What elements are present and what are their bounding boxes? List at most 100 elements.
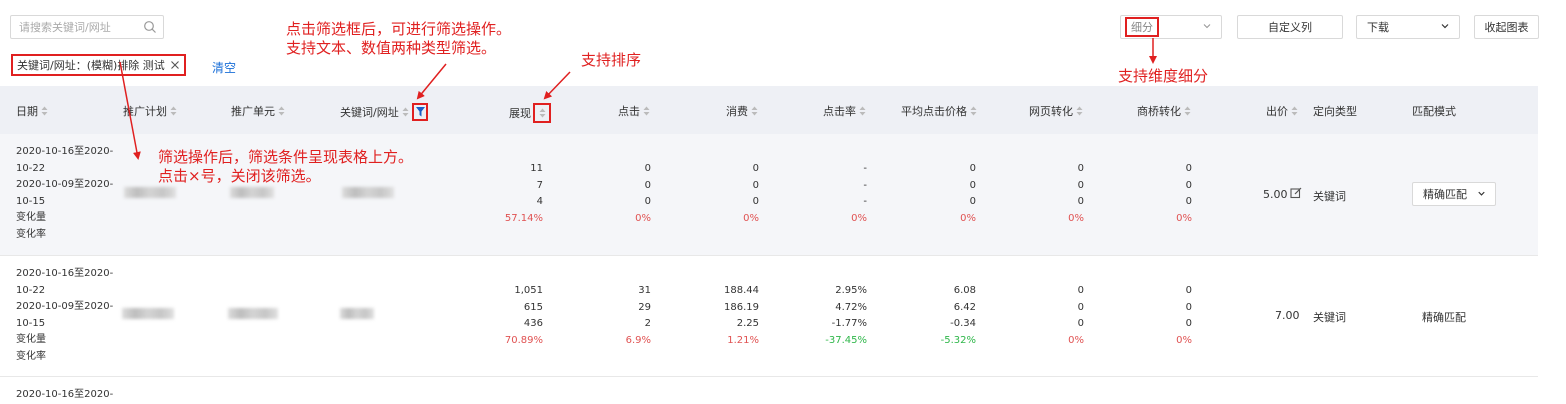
annotation-filter-box: 点击筛选框后，可进行筛选操作。 支持文本、数值两种类型筛选。 — [286, 20, 511, 58]
cpc-cell: 6.08 6.42 -0.34 -5.32% — [900, 283, 976, 349]
value: 0 — [644, 196, 651, 208]
sort-icon[interactable] — [859, 106, 866, 116]
sort-icon[interactable] — [539, 108, 546, 118]
sort-icon[interactable] — [170, 106, 177, 116]
value: 0 — [1077, 179, 1084, 191]
search-input[interactable] — [19, 17, 139, 38]
clicks-cell: 0 0 0 0% — [590, 161, 651, 227]
bridge-conversion-cell: 0 0 0 0% — [1140, 283, 1192, 349]
date-line: 2020-10-16至2020- — [16, 389, 114, 400]
column-label: 出价 — [1266, 105, 1288, 118]
date-line: 2020-10-16至2020- — [16, 146, 114, 157]
value: 0 — [1077, 163, 1084, 174]
change-rate: 0% — [960, 212, 976, 224]
value: 4.72% — [835, 301, 867, 313]
filter-funnel-icon[interactable] — [415, 107, 425, 117]
column-header-bid[interactable]: 出价 — [1266, 103, 1298, 119]
change-rate: 6.9% — [625, 334, 651, 346]
web-conversion-cell: 0 0 0 0% — [1030, 283, 1084, 349]
edit-icon[interactable] — [1290, 187, 1302, 199]
value: 436 — [523, 318, 543, 330]
sort-icon[interactable] — [1291, 106, 1298, 116]
value: 0 — [1185, 179, 1192, 191]
collapse-chart-button[interactable]: 收起图表 — [1474, 15, 1539, 39]
blurred-unit-name — [230, 187, 274, 198]
column-header-keyword[interactable]: 关键词/网址 — [340, 103, 428, 121]
clicks-cell: 31 29 2 6.9% — [590, 283, 651, 349]
value: - — [863, 196, 867, 208]
filter-chip-label: 关键词/网址：(模糊)排除 测试 — [17, 59, 165, 72]
filter-button[interactable] — [411, 103, 428, 121]
date-line: 2020-10-16至2020- — [16, 268, 114, 279]
custom-columns-button[interactable]: 自定义列 — [1237, 15, 1343, 39]
change-rate: -37.45% — [825, 334, 867, 346]
value: 0 — [752, 179, 759, 191]
column-label: 商桥转化 — [1137, 105, 1181, 118]
value: 1,051 — [514, 285, 543, 296]
dimension-select-value: 细分 — [1125, 17, 1159, 37]
column-header-cpc[interactable]: 平均点击价格 — [901, 103, 977, 119]
value: 0 — [1185, 163, 1192, 174]
target-type-value: 关键词 — [1313, 311, 1346, 324]
value: 2.25 — [736, 318, 759, 330]
value: 4 — [536, 196, 543, 208]
value: 11 — [530, 163, 543, 174]
column-label: 关键词/网址 — [340, 106, 399, 119]
annotation-line: 点击×号，关闭该筛选。 — [158, 167, 321, 185]
chevron-down-icon — [1203, 24, 1211, 29]
value: 188.44 — [724, 285, 759, 296]
column-header-ctr[interactable]: 点击率 — [823, 103, 866, 119]
column-header-bridge-conversion[interactable]: 商桥转化 — [1137, 103, 1191, 119]
search-box[interactable] — [10, 15, 164, 39]
column-header-impressions[interactable]: 展现 — [509, 103, 551, 123]
download-select[interactable]: 下载 — [1356, 15, 1460, 39]
bid-value: 5.00 — [1263, 188, 1288, 201]
column-header-plan[interactable]: 推广计划 — [123, 103, 177, 119]
change-rate: 0% — [1176, 212, 1192, 224]
cost-cell: 0 0 0 0% — [700, 161, 759, 227]
value: 29 — [638, 301, 651, 313]
column-header-cost[interactable]: 消费 — [726, 103, 758, 119]
column-label: 网页转化 — [1029, 105, 1073, 118]
impressions-cell: 1,051 615 436 70.89% — [480, 283, 543, 349]
column-label: 点击 — [618, 105, 640, 118]
blurred-keyword — [340, 308, 374, 319]
dimension-select[interactable]: 细分 — [1120, 15, 1222, 39]
column-label: 定向类型 — [1313, 105, 1357, 118]
blurred-keyword — [342, 187, 394, 198]
search-icon[interactable] — [143, 20, 157, 34]
date-cell: 2020-10-16至2020- 10-22 2020-10-09至2020- … — [16, 144, 113, 244]
match-mode-select[interactable]: 精确匹配 — [1412, 182, 1496, 206]
sort-icon[interactable] — [402, 107, 409, 117]
sort-icon[interactable] — [970, 106, 977, 116]
value: 31 — [638, 285, 651, 296]
change-rate: 0% — [851, 212, 867, 224]
sort-icon[interactable] — [1076, 106, 1083, 116]
annotation-line: 筛选操作后，筛选条件呈现表格上方。 — [158, 148, 414, 166]
date-line: 2020-10-09至2020- — [16, 179, 114, 191]
sort-icon[interactable] — [643, 106, 650, 116]
sort-icon[interactable] — [278, 106, 285, 116]
sort-button-highlighted[interactable] — [533, 103, 551, 123]
change-rate: 0% — [743, 212, 759, 224]
column-header-web-conversion[interactable]: 网页转化 — [1029, 103, 1083, 119]
value: 0 — [1185, 301, 1192, 313]
value: 186.19 — [724, 301, 759, 313]
sort-icon[interactable] — [751, 106, 758, 116]
column-header-clicks[interactable]: 点击 — [618, 103, 650, 119]
close-icon[interactable] — [170, 60, 180, 70]
value: 0 — [644, 179, 651, 191]
sort-icon[interactable] — [1184, 106, 1191, 116]
value: 0 — [969, 163, 976, 174]
change-rate: 0% — [1068, 212, 1084, 224]
column-header-date[interactable]: 日期 — [16, 103, 48, 119]
match-mode-value: 精确匹配 — [1423, 188, 1467, 201]
column-header-unit[interactable]: 推广单元 — [231, 103, 285, 119]
value: 0 — [1077, 301, 1084, 313]
target-type-value: 关键词 — [1313, 190, 1346, 203]
annotation-filter-chip: 筛选操作后，筛选条件呈现表格上方。 点击×号，关闭该筛选。 — [158, 148, 413, 186]
clear-filters-link[interactable]: 清空 — [212, 59, 236, 76]
column-header-match-mode: 匹配模式 — [1412, 103, 1456, 119]
sort-icon[interactable] — [41, 106, 48, 116]
value: 0 — [1077, 318, 1084, 330]
